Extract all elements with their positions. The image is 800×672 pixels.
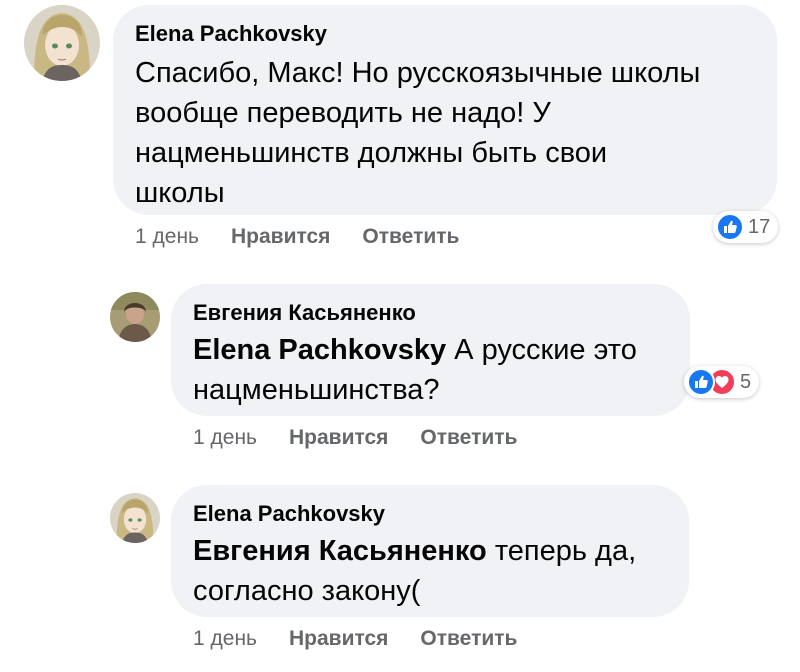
comment-text-line: вообще переводить не надо! У — [135, 97, 551, 129]
comment-author[interactable]: Elena Pachkovsky — [193, 501, 667, 527]
comment-timestamp[interactable]: 1 день — [193, 627, 257, 651]
avatar-photo-image — [110, 292, 160, 342]
comment-text: Elena Pachkovsky А русские это нацменьшин… — [193, 330, 668, 410]
avatar[interactable] — [110, 292, 160, 342]
comment-timestamp[interactable]: 1 день — [193, 426, 257, 450]
mention-link[interactable]: Elena Pachkovsky — [193, 334, 446, 366]
avatar-anime-girl-image — [24, 5, 100, 81]
avatar[interactable] — [110, 493, 160, 543]
like-button[interactable]: Нравится — [231, 225, 330, 249]
like-icon — [687, 368, 715, 396]
comment-text-fragment: А русские это — [446, 334, 637, 366]
like-icon — [716, 213, 744, 241]
mention-link[interactable]: Евгения Касьяненко — [193, 535, 487, 567]
comment-author[interactable]: Elena Pachkovsky — [135, 21, 755, 47]
comment-actions: 1 день Нравится Ответить — [193, 627, 517, 651]
comment-text: Спасибо, Макс! Но русскоязычные школы во… — [135, 53, 755, 213]
comment-text-line: школы — [135, 177, 225, 209]
avatar[interactable] — [24, 5, 100, 81]
comment-text: Евгения Касьяненко теперь да, согласно за… — [193, 531, 667, 611]
reply-button[interactable]: Ответить — [420, 627, 517, 651]
reaction-count: 5 — [740, 370, 752, 393]
like-button[interactable]: Нравится — [289, 627, 388, 651]
comment-bubble: Elena Pachkovsky Спасибо, Макс! Но русск… — [113, 5, 777, 215]
reaction-summary[interactable]: 5 — [684, 366, 760, 398]
comment-author[interactable]: Евгения Касьяненко — [193, 300, 668, 326]
avatar-anime-girl-image — [110, 493, 160, 543]
reply-button[interactable]: Ответить — [362, 225, 459, 249]
comment-actions: 1 день Нравится Ответить — [135, 225, 459, 249]
comment-bubble: Elena Pachkovsky Евгения Касьяненко тепе… — [171, 485, 689, 617]
comment-actions: 1 день Нравится Ответить — [193, 426, 517, 450]
comment-text-fragment: теперь да, — [486, 535, 637, 567]
like-button[interactable]: Нравится — [289, 426, 388, 450]
comment-text-line: согласно закону( — [193, 575, 421, 607]
reply-button[interactable]: Ответить — [420, 426, 517, 450]
comment-text-line: нацменьшинств должны быть свои — [135, 137, 608, 169]
comment-text-line: Спасибо, Макс! Но русскоязычные школы — [135, 57, 701, 89]
reaction-summary[interactable]: 17 — [713, 211, 779, 243]
comment-timestamp[interactable]: 1 день — [135, 225, 199, 249]
reaction-count: 17 — [748, 215, 771, 238]
comment-text-line: нацменьшинства? — [193, 374, 440, 406]
comment-bubble: Евгения Касьяненко Elena Pachkovsky А ру… — [171, 284, 690, 416]
